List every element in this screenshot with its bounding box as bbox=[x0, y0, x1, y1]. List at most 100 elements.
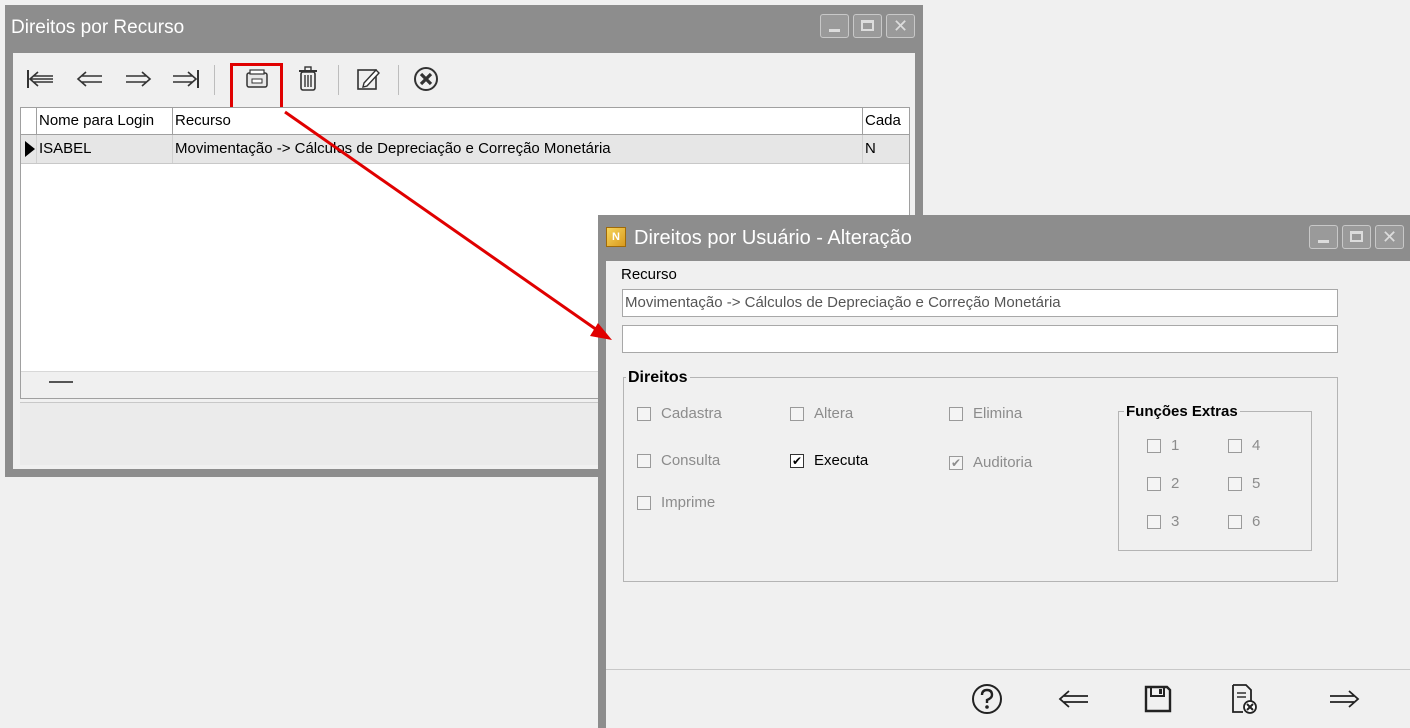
checkbox-box bbox=[1147, 476, 1161, 491]
auditoria-label: Auditoria bbox=[973, 454, 1033, 471]
direitos-title: Direitos bbox=[626, 369, 690, 387]
first-record-button[interactable] bbox=[23, 63, 57, 95]
edit-button[interactable] bbox=[351, 63, 385, 95]
checkmark-icon: ✔ bbox=[949, 455, 963, 470]
window-title: Direitos por Usuário - Alteração bbox=[634, 227, 912, 249]
cell-login[interactable]: ISABEL bbox=[37, 135, 173, 163]
recurso-label: Recurso bbox=[621, 266, 677, 283]
checkbox-box bbox=[637, 406, 651, 421]
close-icon: ✕ bbox=[892, 16, 909, 36]
window-titlebar[interactable]: N Direitos por Usuário - Alteração ✕ bbox=[598, 215, 1410, 261]
column-header-cadastra[interactable]: Cada bbox=[863, 108, 909, 134]
back-button[interactable] bbox=[1054, 680, 1094, 718]
close-button[interactable]: ✕ bbox=[886, 14, 915, 38]
toolbar-separator bbox=[214, 65, 215, 95]
elimina-checkbox[interactable]: Elimina bbox=[949, 405, 1022, 422]
checkbox-box bbox=[637, 495, 651, 510]
last-record-button[interactable] bbox=[169, 63, 203, 95]
consulta-checkbox[interactable]: Consulta bbox=[637, 452, 720, 469]
delete-trash-icon bbox=[299, 66, 317, 91]
action-bar bbox=[606, 669, 1410, 728]
column-header-recurso[interactable]: Recurso bbox=[173, 108, 863, 134]
close-form-button[interactable] bbox=[409, 63, 443, 95]
auditoria-checkbox[interactable]: ✔ Auditoria bbox=[949, 454, 1032, 471]
save-button[interactable] bbox=[1138, 680, 1178, 718]
highlight-box bbox=[230, 63, 283, 111]
imprime-label: Imprime bbox=[661, 494, 716, 511]
close-icon: ✕ bbox=[1381, 227, 1398, 247]
forward-arrow-icon bbox=[1330, 690, 1360, 708]
checkbox-box bbox=[949, 406, 963, 421]
toolbar-separator bbox=[338, 65, 339, 95]
maximize-button[interactable] bbox=[1342, 225, 1371, 249]
funcao-extra-label: 1 bbox=[1171, 437, 1180, 454]
help-button[interactable] bbox=[967, 680, 1007, 718]
funcao-extra-label: 2 bbox=[1171, 475, 1180, 492]
cancel-document-icon bbox=[1232, 684, 1257, 714]
cell-cadastra[interactable]: N bbox=[863, 135, 909, 163]
minimize-icon bbox=[829, 29, 840, 32]
maximize-button[interactable] bbox=[853, 14, 882, 38]
window-client-area: Recurso Movimentação -> Cálculos de Depr… bbox=[606, 261, 1410, 728]
minimize-button[interactable] bbox=[1309, 225, 1338, 249]
funcao-extra-4-checkbox[interactable]: 4 bbox=[1228, 437, 1260, 454]
close-circle-icon bbox=[414, 67, 438, 91]
column-header-login[interactable]: Nome para Login bbox=[37, 108, 173, 134]
funcao-extra-label: 4 bbox=[1252, 437, 1261, 454]
previous-record-button[interactable] bbox=[73, 63, 107, 95]
edit-pencil-icon bbox=[357, 68, 380, 90]
checkbox-box bbox=[1147, 438, 1161, 453]
window-titlebar[interactable]: Direitos por Recurso ✕ bbox=[5, 5, 923, 51]
funcoes-extras-title: Funções Extras bbox=[1124, 403, 1240, 420]
back-arrow-icon bbox=[1058, 690, 1088, 708]
next-record-button[interactable] bbox=[121, 63, 155, 95]
imprime-checkbox[interactable]: Imprime bbox=[637, 494, 715, 511]
scroll-indicator bbox=[49, 381, 73, 383]
executa-checkbox[interactable]: ✔ Executa bbox=[790, 452, 868, 469]
row-pointer-icon bbox=[25, 141, 35, 157]
checkbox-box bbox=[790, 406, 804, 421]
previous-record-icon bbox=[76, 71, 102, 87]
row-indicator bbox=[21, 135, 37, 163]
toolbar-separator bbox=[398, 65, 399, 95]
close-button[interactable]: ✕ bbox=[1375, 225, 1404, 249]
next-record-icon bbox=[126, 71, 152, 87]
maximize-icon bbox=[1350, 231, 1363, 242]
window-title: Direitos por Recurso bbox=[11, 17, 185, 38]
checkbox-box bbox=[1147, 514, 1161, 529]
table-row[interactable]: ISABEL Movimentação -> Cálculos de Depre… bbox=[21, 135, 909, 164]
funcao-extra-label: 6 bbox=[1252, 513, 1261, 530]
recurso-field[interactable]: Movimentação -> Cálculos de Depreciação … bbox=[622, 289, 1338, 317]
funcao-extra-2-checkbox[interactable]: 2 bbox=[1147, 475, 1179, 492]
consulta-label: Consulta bbox=[661, 452, 721, 469]
app-icon: N bbox=[606, 227, 626, 247]
checkbox-box bbox=[1228, 476, 1242, 491]
checkbox-box bbox=[1228, 438, 1242, 453]
cell-recurso[interactable]: Movimentação -> Cálculos de Depreciação … bbox=[173, 135, 863, 163]
altera-checkbox[interactable]: Altera bbox=[790, 405, 853, 422]
cadastra-label: Cadastra bbox=[661, 405, 722, 422]
cadastra-checkbox[interactable]: Cadastra bbox=[637, 405, 722, 422]
funcao-extra-3-checkbox[interactable]: 3 bbox=[1147, 513, 1179, 530]
minimize-icon bbox=[1318, 240, 1329, 243]
maximize-icon bbox=[861, 20, 874, 31]
delete-button[interactable] bbox=[293, 63, 323, 95]
funcao-extra-label: 3 bbox=[1171, 513, 1180, 530]
first-record-icon bbox=[27, 70, 53, 88]
funcao-extra-5-checkbox[interactable]: 5 bbox=[1228, 475, 1260, 492]
funcao-extra-1-checkbox[interactable]: 1 bbox=[1147, 437, 1179, 454]
executa-label: Executa bbox=[814, 452, 869, 469]
window-controls: ✕ bbox=[1309, 225, 1404, 249]
funcao-extra-6-checkbox[interactable]: 6 bbox=[1228, 513, 1260, 530]
recurso-detail-field[interactable] bbox=[622, 325, 1338, 353]
help-icon bbox=[972, 684, 1002, 714]
cancel-button[interactable] bbox=[1224, 680, 1264, 718]
forward-button[interactable] bbox=[1324, 680, 1364, 718]
altera-label: Altera bbox=[814, 405, 854, 422]
last-record-icon bbox=[173, 70, 199, 88]
checkbox-box bbox=[1228, 514, 1242, 529]
checkbox-box bbox=[637, 453, 651, 468]
window-direitos-por-usuario: N Direitos por Usuário - Alteração ✕ Rec… bbox=[598, 215, 1410, 728]
funcao-extra-label: 5 bbox=[1252, 475, 1261, 492]
minimize-button[interactable] bbox=[820, 14, 849, 38]
